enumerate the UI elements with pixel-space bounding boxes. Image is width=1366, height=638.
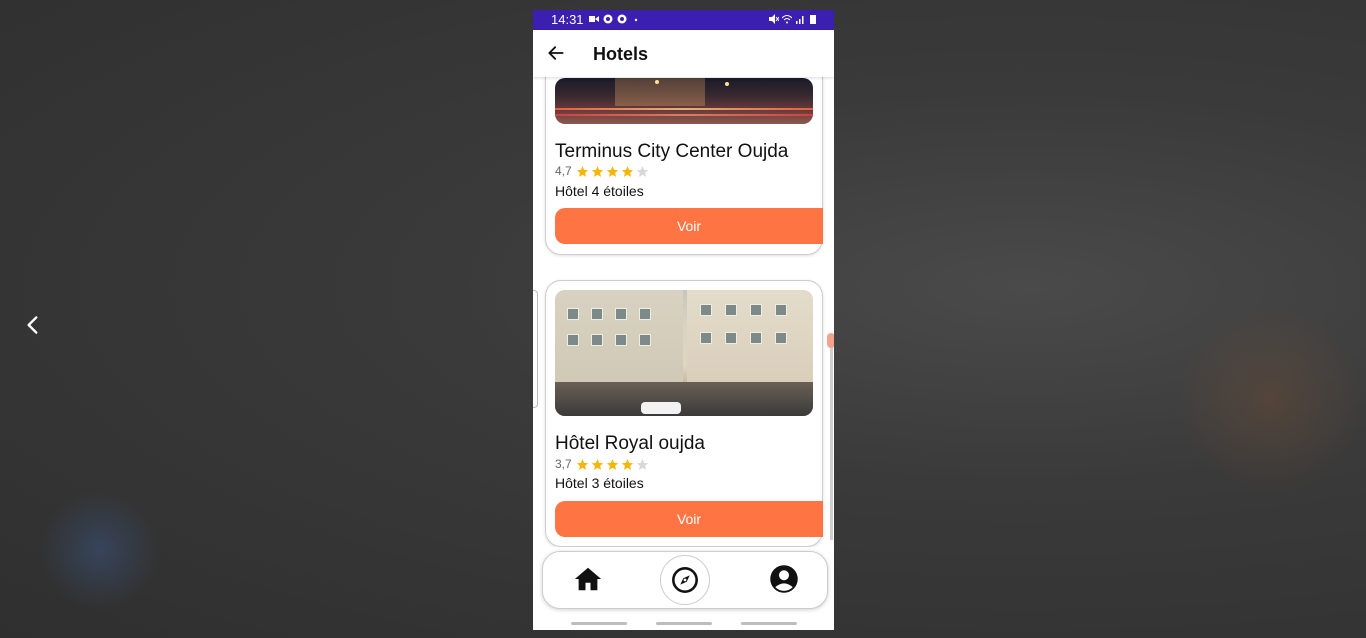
hotel-name: Hôtel Royal oujda (555, 433, 705, 454)
rating-value: 4,7 (555, 164, 572, 178)
star-filled-icon (606, 165, 618, 177)
mute-icon (769, 14, 779, 24)
hotel-photo[interactable] (555, 290, 813, 416)
gesture-bar (741, 622, 797, 625)
page-title: Hotels (593, 44, 649, 64)
explore-button[interactable] (660, 555, 710, 605)
star-filled-icon (591, 458, 603, 470)
hotel-list[interactable]: Terminus City Center Oujda 4,7 Hôtel 4 é… (533, 77, 834, 547)
status-system-icons (769, 14, 818, 24)
star-filled-icon (576, 165, 588, 177)
star-filled-icon (576, 458, 588, 470)
voir-button[interactable]: Voir (555, 208, 823, 244)
star-filled-icon (621, 458, 633, 470)
voir-button[interactable]: Voir (555, 501, 823, 537)
star-empty-icon (636, 165, 648, 177)
viewer-back-icon[interactable] (20, 312, 46, 338)
app-bar: Hotels (533, 30, 834, 77)
rating-value: 3,7 (555, 457, 572, 471)
hotel-rating: 4,7 (555, 164, 649, 178)
star-filled-icon (606, 458, 618, 470)
phone-screen: 14:31 Hotels Terminus City Center Oujda … (533, 10, 834, 630)
signal-icon (796, 16, 804, 24)
gesture-bar (571, 622, 627, 625)
status-time: 14:31 (551, 12, 584, 27)
gesture-bar (656, 622, 712, 625)
status-bar: 14:31 (533, 10, 834, 30)
app-icon (617, 14, 627, 24)
background-blur-orange (1180, 300, 1360, 500)
hotel-card: Hôtel Royal oujda 3,7 Hôtel 3 étoiles Vo… (545, 280, 823, 547)
profile-icon[interactable] (769, 564, 799, 594)
star-filled-icon (621, 165, 633, 177)
compass-icon (672, 567, 698, 593)
hotel-category: Hôtel 4 étoiles (555, 183, 644, 199)
star-filled-icon (591, 165, 603, 177)
battery-icon (810, 15, 816, 24)
scrollbar-track[interactable] (830, 334, 833, 540)
hotel-category: Hôtel 3 étoiles (555, 475, 644, 491)
wifi-icon (782, 15, 792, 24)
bottom-navigation (542, 551, 828, 609)
back-arrow-icon[interactable] (546, 43, 566, 63)
hotel-name: Terminus City Center Oujda (555, 141, 789, 162)
star-empty-icon (636, 458, 648, 470)
camera-icon (589, 16, 599, 22)
hotel-rating: 3,7 (555, 457, 649, 471)
hotel-card: Terminus City Center Oujda 4,7 Hôtel 4 é… (545, 77, 823, 255)
home-icon[interactable] (573, 564, 603, 594)
dot-icon (634, 18, 638, 22)
scrollbar-thumb[interactable] (827, 333, 834, 348)
side-card-peek (533, 290, 538, 408)
app-icon (603, 14, 613, 24)
hotel-photo[interactable] (555, 78, 813, 124)
background-blur-blue (40, 490, 160, 610)
status-notification-icons (589, 14, 641, 24)
